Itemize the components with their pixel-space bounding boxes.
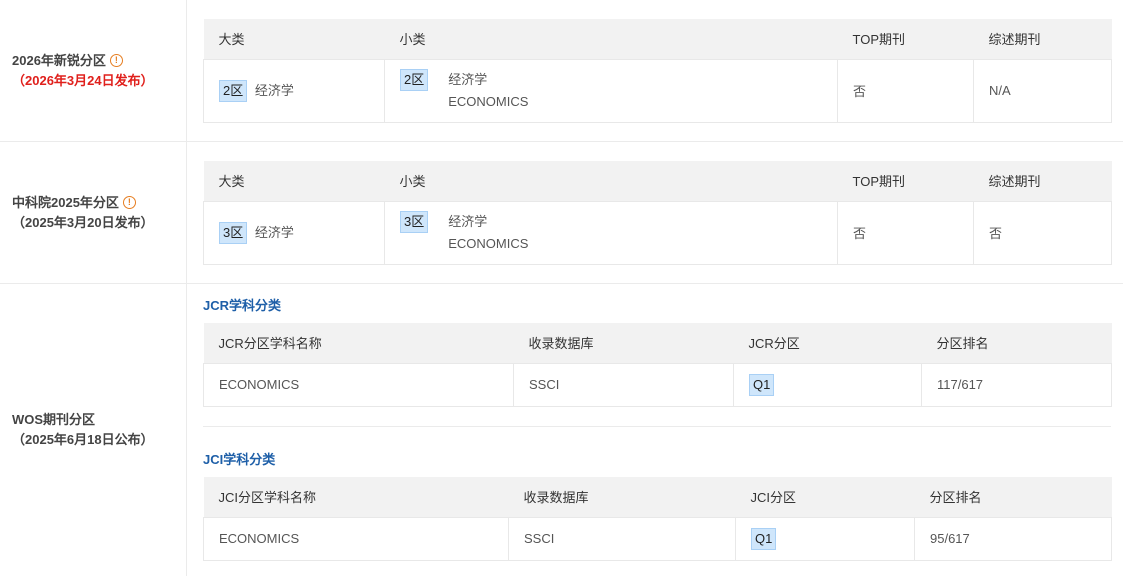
top-journal-value: 否 [837, 58, 974, 123]
xinrui-partition-table: 大类 小类 TOP期刊 综述期刊 2区 经济学 2区 经济学 ECONOMICS… [203, 19, 1112, 123]
jcr-rank-value: 117/617 [921, 362, 1112, 407]
jcr-section-title: JCR学科分类 [203, 298, 282, 313]
small-category-subject-cn: 经济学 [448, 213, 488, 229]
table-header-row: 大类 小类 TOP期刊 综述期刊 [203, 19, 1112, 59]
header-top-journal: TOP期刊 [837, 19, 974, 59]
jci-section-title: JCI学科分类 [203, 452, 276, 467]
review-journal-value: N/A [973, 58, 1112, 123]
header-database: 收录数据库 [508, 477, 736, 517]
small-category-subject-en: ECONOMICS [448, 93, 529, 109]
zone-badge: 2区 [400, 68, 429, 91]
header-rank: 分区排名 [914, 477, 1112, 517]
header-big-category: 大类 [203, 161, 385, 201]
zone-badge: 3区 [400, 210, 429, 233]
table-row: 3区 经济学 3区 经济学 ECONOMICS 否 否 [203, 200, 1112, 265]
cas-row-label: 中科院2025年分区! （2025年3月20日发布） [0, 142, 187, 283]
xinrui-label-date: （2026年3月24日发布） [12, 72, 154, 88]
section-divider [203, 426, 1111, 427]
table-header-row: 大类 小类 TOP期刊 综述期刊 [203, 161, 1112, 201]
header-small-category: 小类 [384, 161, 838, 201]
cas-partition-table: 大类 小类 TOP期刊 综述期刊 3区 经济学 3区 经济学 ECONOMICS… [203, 161, 1112, 265]
xinrui-row-label: 2026年新锐分区! （2026年3月24日发布） [0, 0, 187, 141]
small-category-cell: 3区 经济学 ECONOMICS [384, 200, 838, 265]
header-jcr-zone: JCR分区 [733, 323, 922, 363]
xinrui-label-title: 2026年新锐分区 [12, 52, 106, 68]
jci-table: JCI分区学科名称 收录数据库 JCI分区 分区排名 ECONOMICS SSC… [203, 477, 1112, 561]
header-top-journal: TOP期刊 [837, 161, 974, 201]
cas-label-date: （2025年3月20日发布） [12, 214, 154, 230]
header-rank: 分区排名 [921, 323, 1112, 363]
wos-label-date: （2025年6月18日公布） [12, 432, 154, 447]
zone-badge: 3区 [219, 221, 248, 244]
wos-partition-row: WOS期刊分区 （2025年6月18日公布） JCR学科分类 JCR分区学科名称… [0, 284, 1123, 576]
big-category-cell: 3区 经济学 [203, 200, 385, 265]
table-row: 2区 经济学 2区 经济学 ECONOMICS 否 N/A [203, 58, 1112, 123]
big-category-subject: 经济学 [254, 224, 294, 240]
header-review-journal: 综述期刊 [973, 19, 1112, 59]
jcr-database-value: SSCI [513, 362, 734, 407]
header-jci-subject: JCI分区学科名称 [203, 477, 509, 517]
header-jci-zone: JCI分区 [735, 477, 915, 517]
big-category-cell: 2区 经济学 [203, 58, 385, 123]
table-header-row: JCI分区学科名称 收录数据库 JCI分区 分区排名 [203, 477, 1112, 517]
header-small-category: 小类 [384, 19, 838, 59]
cas-label-title: 中科院2025年分区 [12, 194, 119, 210]
header-database: 收录数据库 [513, 323, 734, 363]
header-big-category: 大类 [203, 19, 385, 59]
zone-badge: Q1 [749, 373, 775, 396]
jcr-subject-value: ECONOMICS [203, 362, 514, 407]
small-category-subject-en: ECONOMICS [448, 235, 529, 251]
small-category-cell: 2区 经济学 ECONOMICS [384, 58, 838, 123]
jcr-table: JCR分区学科名称 收录数据库 JCR分区 分区排名 ECONOMICS SSC… [203, 323, 1112, 407]
header-review-journal: 综述期刊 [973, 161, 1112, 201]
review-journal-value: 否 [973, 200, 1112, 265]
info-icon[interactable]: ! [109, 54, 123, 67]
table-row: ECONOMICS SSCI Q1 117/617 [203, 362, 1112, 407]
zone-badge: Q1 [751, 527, 777, 550]
small-category-subject-cn: 经济学 [448, 71, 488, 87]
header-jcr-subject: JCR分区学科名称 [203, 323, 514, 363]
top-journal-value: 否 [837, 200, 974, 265]
jci-database-value: SSCI [508, 516, 736, 561]
wos-label-title: WOS期刊分区 [12, 412, 96, 427]
wos-row-label: WOS期刊分区 （2025年6月18日公布） [0, 284, 187, 576]
big-category-subject: 经济学 [254, 82, 294, 98]
jci-subject-value: ECONOMICS [203, 516, 509, 561]
xinrui-partition-row: 2026年新锐分区! （2026年3月24日发布） 大类 小类 TOP期刊 综述… [0, 0, 1123, 142]
jci-zone-cell: Q1 [735, 516, 915, 561]
cas-partition-row: 中科院2025年分区! （2025年3月20日发布） 大类 小类 TOP期刊 综… [0, 142, 1123, 284]
zone-badge: 2区 [219, 79, 248, 102]
jcr-zone-cell: Q1 [733, 362, 922, 407]
table-row: ECONOMICS SSCI Q1 95/617 [203, 516, 1112, 561]
jci-rank-value: 95/617 [914, 516, 1112, 561]
table-header-row: JCR分区学科名称 收录数据库 JCR分区 分区排名 [203, 323, 1112, 363]
info-icon[interactable]: ! [122, 196, 136, 209]
